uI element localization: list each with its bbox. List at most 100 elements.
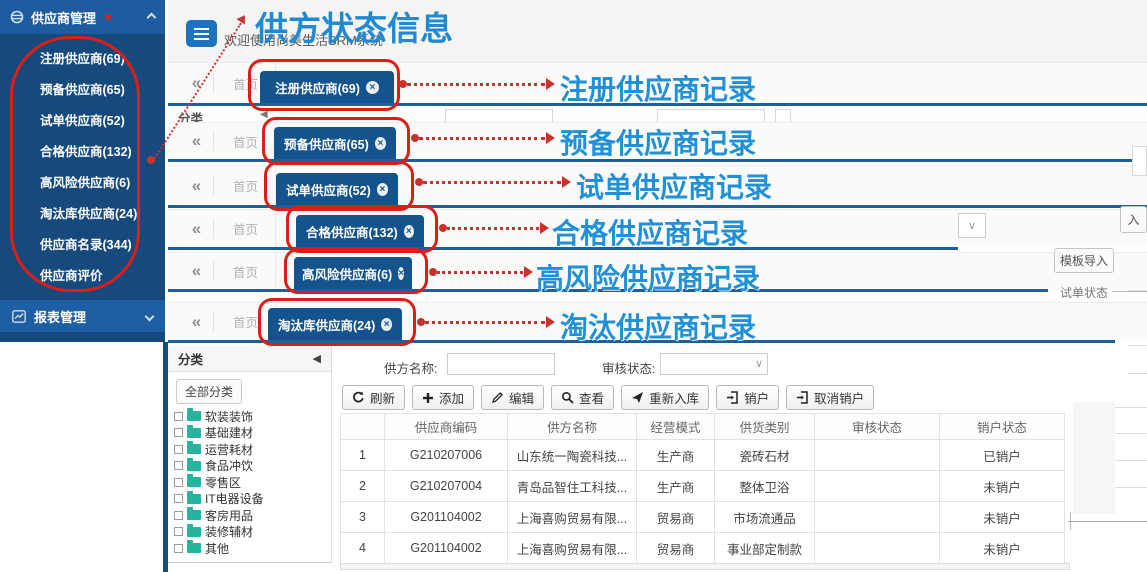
refresh-button[interactable]: 刷新 xyxy=(342,385,405,410)
supplier-name-link[interactable]: 山东统一陶瓷科技... xyxy=(508,440,637,471)
supplier-name-link[interactable]: 上海喜购贸易有限... xyxy=(508,502,637,533)
table-row[interactable]: 3 G201104002 上海喜购贸易有限... 贸易商 市场流通品 未销户 xyxy=(341,502,1065,533)
sidebar-item-highrisk-suppliers[interactable]: 高风险供应商(6) xyxy=(40,168,165,199)
checkbox[interactable] xyxy=(174,527,183,536)
audit-status-select[interactable]: ∨ xyxy=(660,353,768,375)
collapse-tabs-icon[interactable]: « xyxy=(180,312,214,332)
ghost-dropdown: ∨ xyxy=(958,213,986,238)
sidebar-item-registered-suppliers[interactable]: 注册供应商(69) xyxy=(40,44,165,75)
collapse-tabs-icon[interactable]: « xyxy=(180,219,214,239)
ghost-collapse-icon: ◀ xyxy=(260,109,268,120)
sign-out-icon xyxy=(796,391,809,404)
close-tab-icon[interactable]: × xyxy=(377,183,388,196)
close-tab-icon[interactable]: × xyxy=(398,267,404,280)
annotation-label-2: 预备供应商记录 xyxy=(560,122,756,162)
tab-qualified-suppliers[interactable]: 合格供应商(132) × xyxy=(296,215,424,247)
close-tab-icon[interactable]: × xyxy=(366,81,379,94)
panel-bottom-border xyxy=(168,562,332,563)
table-row[interactable]: 2 G210207004 青岛品智住工科技... 生产商 整体卫浴 未销户 xyxy=(341,471,1065,502)
sign-out-icon xyxy=(726,391,739,404)
tree-item-room-supplies[interactable]: 客房用品 xyxy=(174,507,331,524)
table-header-row: 供应商编码 供方名称 经营模式 供货类别 审核状态 销户状态 xyxy=(341,414,1065,440)
tree-item-operating-consumables[interactable]: 运营耗材 xyxy=(174,441,331,458)
close-tab-icon[interactable]: × xyxy=(404,225,414,238)
import-button-partial[interactable]: 入 xyxy=(1120,206,1147,233)
category-tree: 软装装饰 基础建材 运营耗材 食品冲饮 零售区 IT电器设备 客房用品 装修辅材… xyxy=(168,408,331,557)
edit-button[interactable]: 编辑 xyxy=(481,385,544,410)
restock-button[interactable]: 重新入库 xyxy=(621,385,709,410)
sidebar-item-supplier-evaluation[interactable]: 供应商评价 xyxy=(40,261,165,292)
template-import-button[interactable]: 模板导入 xyxy=(1054,248,1114,273)
annotation-label-6: 淘汰供应商记录 xyxy=(560,306,756,346)
cancel-close-account-button[interactable]: 取消销户 xyxy=(786,385,874,410)
supplier-name-input[interactable] xyxy=(447,353,555,375)
tree-item-basic-materials[interactable]: 基础建材 xyxy=(174,425,331,442)
add-button[interactable]: 添加 xyxy=(412,385,474,410)
annotation-dot xyxy=(147,156,155,164)
collapse-panel-icon[interactable]: ◀ xyxy=(313,352,321,365)
plus-icon xyxy=(422,392,434,404)
checkbox[interactable] xyxy=(174,412,183,421)
tree-item-retail[interactable]: 零售区 xyxy=(174,474,331,491)
sidebar-item-trial-suppliers[interactable]: 试单供应商(52) xyxy=(40,106,165,137)
tab-home[interactable]: 首页 xyxy=(216,123,276,159)
close-account-button[interactable]: 销户 xyxy=(716,385,779,410)
supplier-name-link[interactable]: 上海喜购贸易有限... xyxy=(508,533,637,564)
tab-prepared-suppliers[interactable]: 预备供应商(65) × xyxy=(274,127,396,159)
tab-home[interactable]: 首页 xyxy=(216,253,276,289)
sidebar-submenu: 注册供应商(69) 预备供应商(65) 试单供应商(52) 合格供应商(132)… xyxy=(0,34,165,292)
folder-icon xyxy=(187,461,201,471)
sidebar-item-supplier-management[interactable]: 供应商管理 xyxy=(0,0,165,34)
checkbox[interactable] xyxy=(174,494,183,503)
supplier-name-link[interactable]: 青岛品智住工科技... xyxy=(508,471,637,502)
collapse-tabs-icon[interactable]: « xyxy=(180,176,214,196)
background-sliver: 分类 ◀ xyxy=(168,106,1147,122)
sidebar-item-supplier-directory[interactable]: 供应商名录(344) xyxy=(40,230,165,261)
table-row[interactable]: 4 G201104002 上海喜购贸易有限... 贸易商 事业部定制款 未销户 xyxy=(341,533,1065,564)
sidebar-item-qualified-suppliers[interactable]: 合格供应商(132) xyxy=(40,137,165,168)
folder-icon xyxy=(187,494,201,504)
table-row[interactable]: 1 G210207006 山东统一陶瓷科技... 生产商 瓷砖石材 已销户 xyxy=(341,440,1065,471)
tab-registered-suppliers[interactable]: 注册供应商(69) × xyxy=(260,71,394,103)
annotation-title: 供方状态信息 xyxy=(255,2,453,50)
table-toolbar: 刷新 添加 编辑 查看 重新入库 销户 取消销户 xyxy=(342,385,874,410)
tree-item-decoration-aux[interactable]: 装修辅材 xyxy=(174,524,331,541)
sidebar-item-eliminated-suppliers[interactable]: 淘汰库供应商(24) xyxy=(40,199,165,230)
tree-item-food-drinks[interactable]: 食品冲饮 xyxy=(174,458,331,475)
view-button[interactable]: 查看 xyxy=(551,385,614,410)
checkbox[interactable] xyxy=(174,478,183,487)
tree-item-soft-decor[interactable]: 软装装饰 xyxy=(174,408,331,425)
hamburger-menu-button[interactable] xyxy=(186,20,217,47)
tab-home[interactable]: 首页 xyxy=(216,166,276,205)
app-root: 欢迎使用尚美生活SRM系统 供应商管理 注册供应商(69) 预备供应商(65) … xyxy=(0,0,1147,572)
chevron-down-icon[interactable] xyxy=(145,311,155,321)
checkbox[interactable] xyxy=(174,511,183,520)
annotation-label-4: 合格供应商记录 xyxy=(552,212,748,252)
chevron-up-icon[interactable] xyxy=(147,12,157,22)
sidebar-item-prepared-suppliers[interactable]: 预备供应商(65) xyxy=(40,75,165,106)
col-supplier-name: 供方名称 xyxy=(508,414,637,440)
close-tab-icon[interactable]: × xyxy=(375,137,386,150)
all-categories-button[interactable]: 全部分类 xyxy=(176,379,242,404)
checkbox[interactable] xyxy=(174,544,183,553)
tree-item-it-equipment[interactable]: IT电器设备 xyxy=(174,491,331,508)
sidebar-item-report-management[interactable]: 报表管理 xyxy=(0,300,165,332)
col-supplier-code: 供应商编码 xyxy=(385,414,508,440)
tree-item-other[interactable]: 其他 xyxy=(174,540,331,557)
tab-highrisk-suppliers[interactable]: 高风险供应商(6) × xyxy=(294,257,412,289)
collapse-tabs-icon[interactable]: « xyxy=(180,131,214,151)
checkbox[interactable] xyxy=(174,428,183,437)
folder-icon xyxy=(187,411,201,421)
checkbox[interactable] xyxy=(174,461,183,470)
tab-home[interactable]: 首页 xyxy=(216,210,276,247)
horizontal-scrollbar[interactable] xyxy=(340,563,1070,570)
close-tab-icon[interactable]: × xyxy=(381,318,392,331)
supplier-table: 供应商编码 供方名称 经营模式 供货类别 审核状态 销户状态 1 G210207… xyxy=(340,413,1065,564)
category-panel-title: 分类 xyxy=(178,349,203,368)
collapse-tabs-icon[interactable]: « xyxy=(180,261,214,281)
tab-eliminated-suppliers[interactable]: 淘汰库供应商(24) × xyxy=(268,308,402,340)
checkbox[interactable] xyxy=(174,445,183,454)
col-supply-category: 供货类别 xyxy=(715,414,815,440)
tab-home[interactable]: 首页 xyxy=(216,303,276,340)
tab-trial-suppliers[interactable]: 试单供应商(52) × xyxy=(276,173,398,205)
